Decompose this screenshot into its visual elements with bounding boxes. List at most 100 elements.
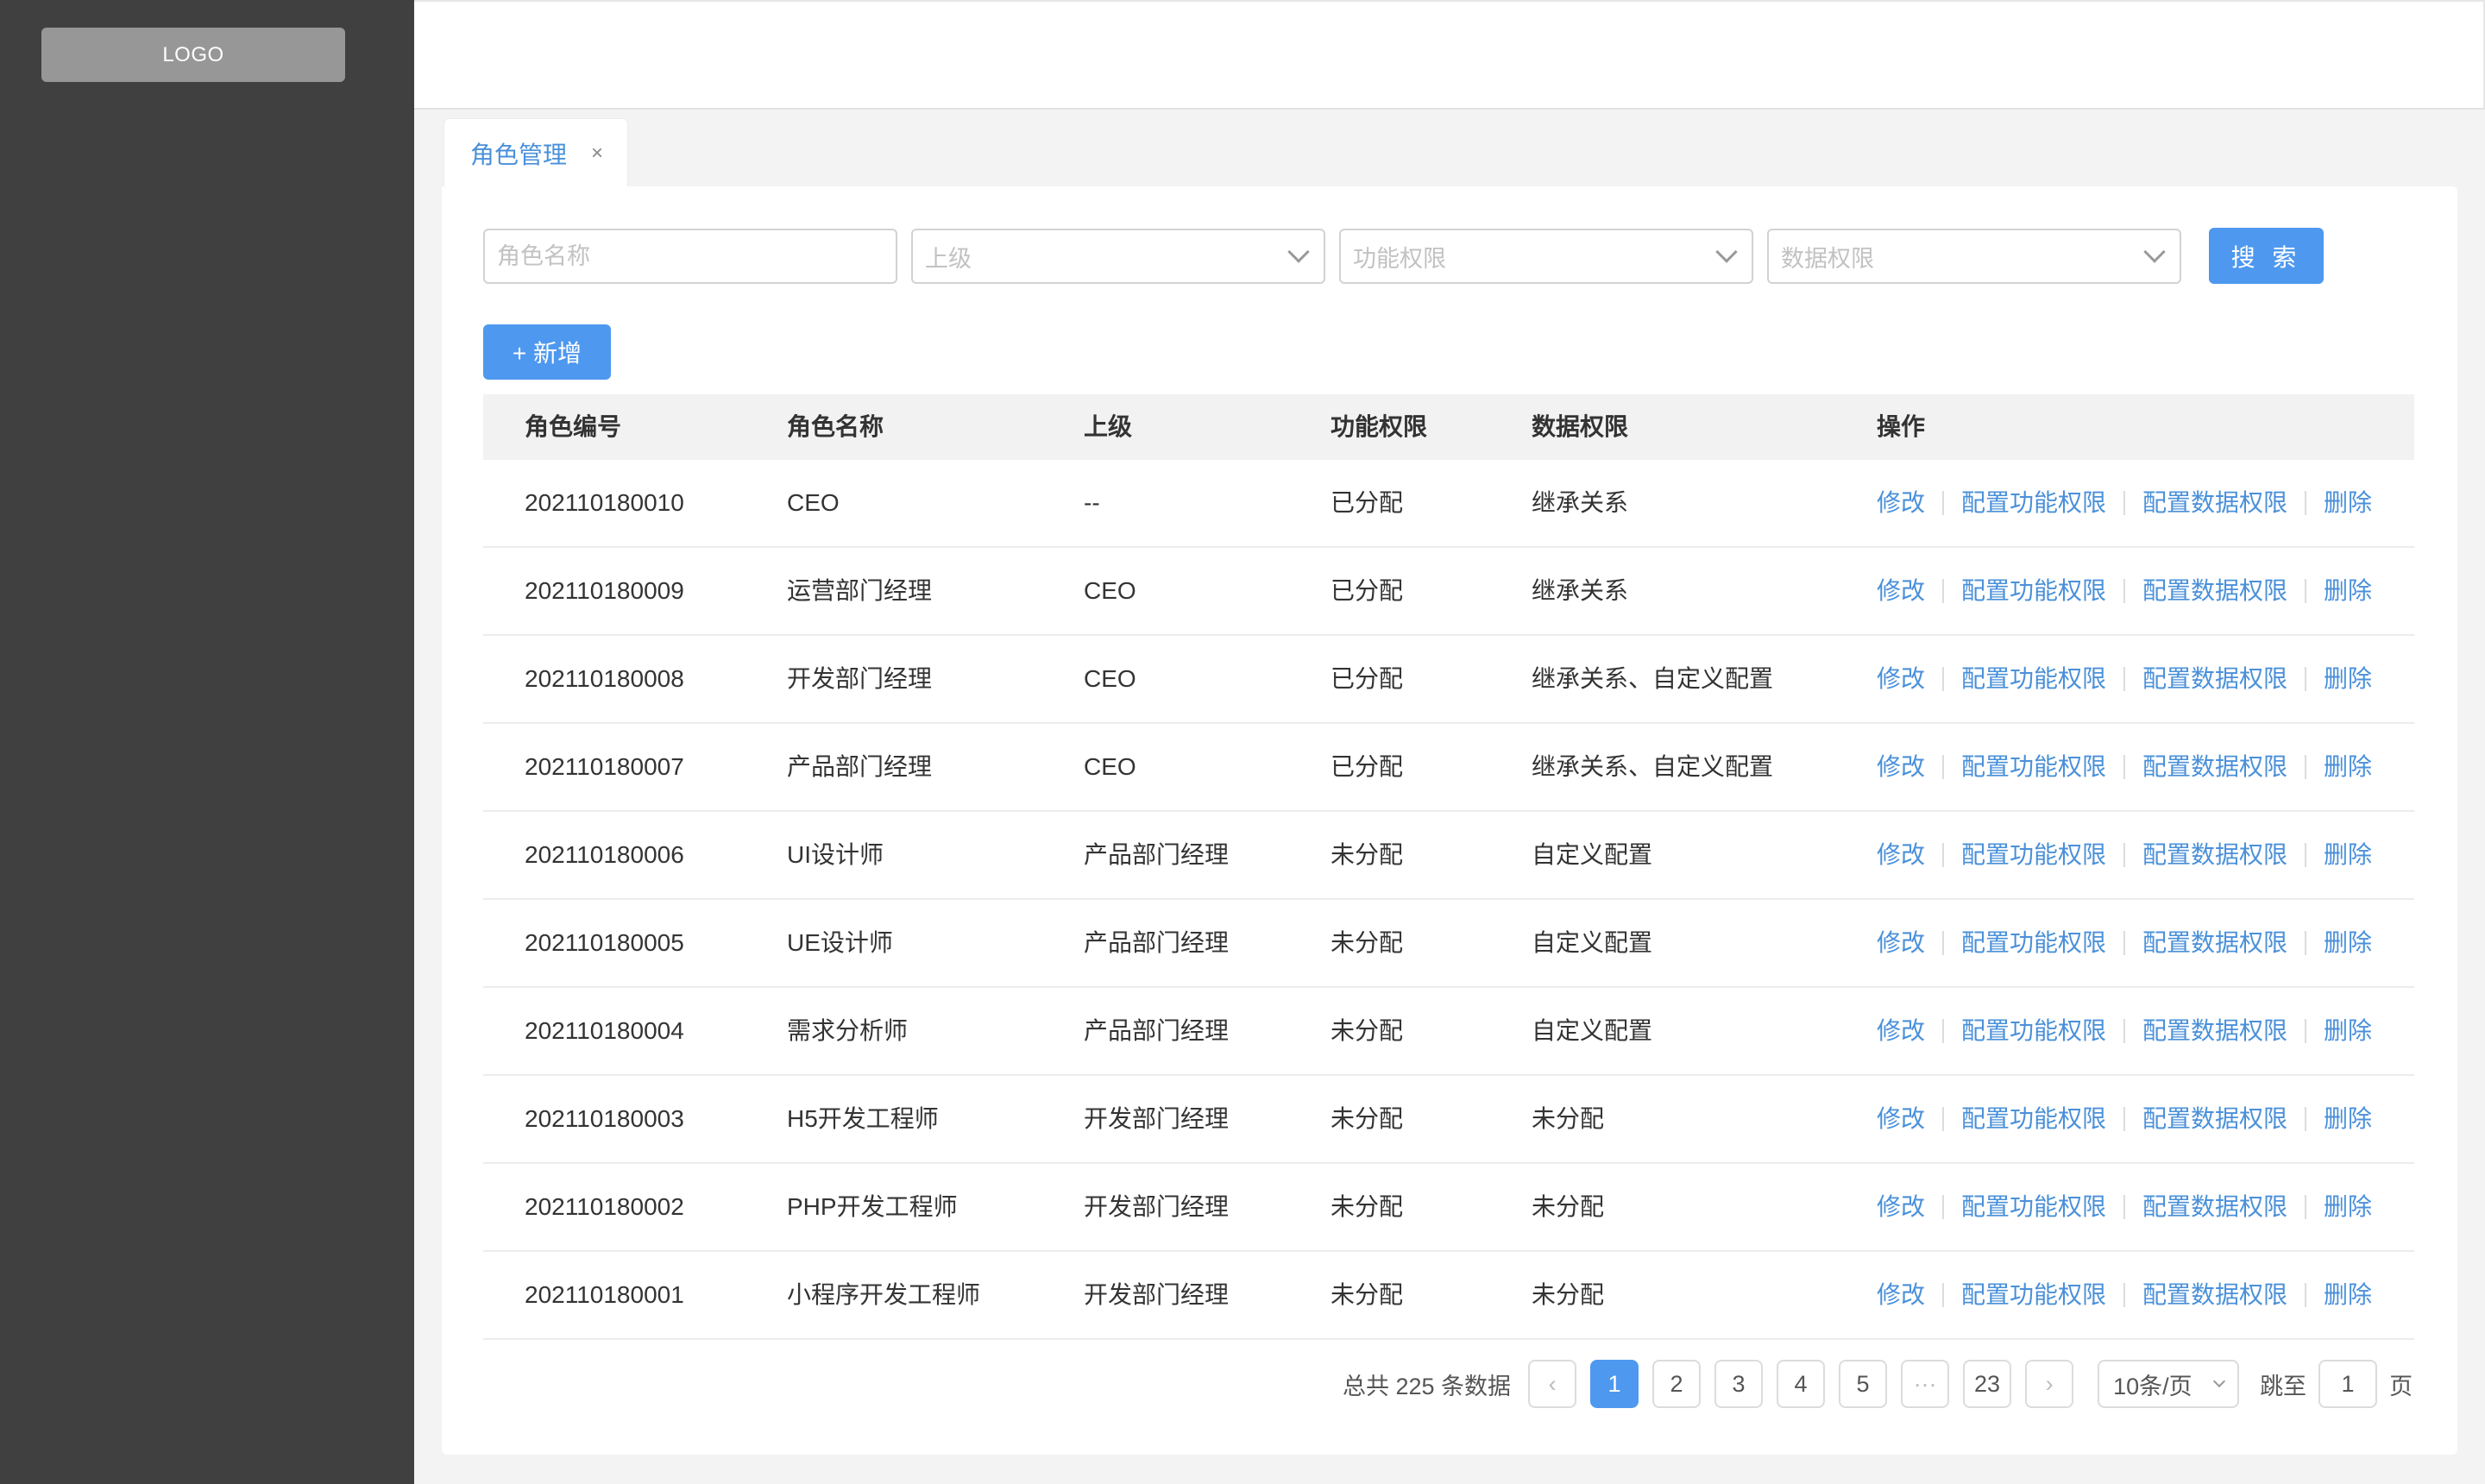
row-actions: 修改 配置功能权限 配置数据权限 删除 (1877, 1252, 2372, 1338)
config-data-permission-link[interactable]: 配置数据权限 (2142, 812, 2287, 898)
action-divider (2123, 843, 2126, 867)
role-name-field[interactable] (497, 242, 884, 270)
close-icon[interactable]: × (591, 141, 603, 166)
tab-role-management[interactable]: 角色管理 × (444, 118, 628, 187)
cell-role-name: 开发部门经理 (787, 665, 933, 692)
cell-function-permission: 未分配 (1331, 1017, 1404, 1044)
cell-data-permission: 未分配 (1532, 1281, 1605, 1308)
config-function-permission-link[interactable]: 配置功能权限 (1961, 1252, 2106, 1338)
table-header: 角色编号 角色名称 上级 功能权限 数据权限 操作 (483, 394, 2414, 460)
function-permission-select[interactable]: 功能权限 (1339, 229, 1753, 284)
jump-page-input[interactable]: 1 (2318, 1360, 2378, 1408)
page-size-select[interactable]: 10条/页 (2098, 1360, 2240, 1408)
edit-link[interactable]: 修改 (1877, 988, 1925, 1074)
cell-function-permission: 已分配 (1331, 753, 1404, 780)
action-divider (1942, 931, 1945, 955)
delete-link[interactable]: 删除 (2324, 900, 2372, 986)
action-divider (2123, 579, 2126, 603)
cell-superior: 产品部门经理 (1084, 929, 1230, 956)
chevron-down-icon (2212, 1374, 2226, 1388)
config-function-permission-link[interactable]: 配置功能权限 (1961, 1076, 2106, 1162)
config-data-permission-link[interactable]: 配置数据权限 (2142, 1252, 2287, 1338)
page-2[interactable]: 2 (1652, 1360, 1702, 1408)
edit-link[interactable]: 修改 (1877, 1164, 1925, 1250)
delete-link[interactable]: 删除 (2324, 636, 2372, 722)
cell-role-id: 202110180001 (525, 1281, 684, 1308)
edit-link[interactable]: 修改 (1877, 460, 1925, 546)
cell-superior: CEO (1084, 577, 1136, 604)
edit-link[interactable]: 修改 (1877, 636, 1925, 722)
config-function-permission-link[interactable]: 配置功能权限 (1961, 724, 2106, 810)
page-3[interactable]: 3 (1714, 1360, 1764, 1408)
config-function-permission-link[interactable]: 配置功能权限 (1961, 1164, 2106, 1250)
config-data-permission-link[interactable]: 配置数据权限 (2142, 988, 2287, 1074)
logo[interactable]: LOGO (41, 28, 345, 82)
next-page-button[interactable]: › (2025, 1360, 2074, 1408)
roles-table: 角色编号 角色名称 上级 功能权限 数据权限 操作 202110180010 CE… (483, 394, 2414, 1340)
delete-link[interactable]: 删除 (2324, 812, 2372, 898)
edit-link[interactable]: 修改 (1877, 724, 1925, 810)
cell-role-id: 202110180002 (525, 1193, 684, 1220)
cell-role-id: 202110180004 (525, 1017, 684, 1044)
page-23[interactable]: 23 (1963, 1360, 2012, 1408)
role-name-input[interactable] (483, 229, 897, 284)
config-function-permission-link[interactable]: 配置功能权限 (1961, 988, 2106, 1074)
row-actions: 修改 配置功能权限 配置数据权限 删除 (1877, 460, 2372, 546)
delete-link[interactable]: 删除 (2324, 724, 2372, 810)
page-size-value: 10条/页 (2113, 1373, 2192, 1399)
delete-link[interactable]: 删除 (2324, 460, 2372, 546)
jump-suffix: 页 (2389, 1373, 2413, 1399)
edit-link[interactable]: 修改 (1877, 1252, 1925, 1338)
row-actions: 修改 配置功能权限 配置数据权限 删除 (1877, 812, 2372, 898)
table-row: 202110180002 PHP开发工程师 开发部门经理 未分配 未分配 修改 配置功能权限… (483, 1164, 2414, 1252)
action-divider (2305, 843, 2307, 867)
chevron-down-icon (2143, 241, 2166, 263)
total-count: 总共 225 条数据 (1343, 1373, 1512, 1399)
config-data-permission-link[interactable]: 配置数据权限 (2142, 636, 2287, 722)
delete-link[interactable]: 删除 (2324, 1164, 2372, 1250)
delete-link[interactable]: 删除 (2324, 988, 2372, 1074)
cell-role-name: 小程序开发工程师 (787, 1281, 981, 1308)
config-data-permission-link[interactable]: 配置数据权限 (2142, 900, 2287, 986)
cell-data-permission: 继承关系 (1532, 489, 1629, 516)
config-data-permission-link[interactable]: 配置数据权限 (2142, 1164, 2287, 1250)
superior-select[interactable]: 上级 (911, 229, 1325, 284)
page-ellipsis[interactable]: ··· (1901, 1360, 1950, 1408)
edit-link[interactable]: 修改 (1877, 812, 1925, 898)
config-function-permission-link[interactable]: 配置功能权限 (1961, 900, 2106, 986)
config-function-permission-link[interactable]: 配置功能权限 (1961, 548, 2106, 634)
cell-function-permission: 未分配 (1331, 929, 1404, 956)
cell-role-name: UI设计师 (787, 841, 884, 868)
edit-link[interactable]: 修改 (1877, 548, 1925, 634)
page-4[interactable]: 4 (1777, 1360, 1826, 1408)
delete-link[interactable]: 删除 (2324, 1076, 2372, 1162)
delete-link[interactable]: 删除 (2324, 1252, 2372, 1338)
config-data-permission-link[interactable]: 配置数据权限 (2142, 548, 2287, 634)
action-divider (2305, 1019, 2307, 1043)
search-button[interactable]: 搜 索 (2209, 228, 2324, 284)
action-divider (1942, 1283, 1945, 1307)
action-divider (2123, 1019, 2126, 1043)
edit-link[interactable]: 修改 (1877, 1076, 1925, 1162)
page-5[interactable]: 5 (1839, 1360, 1888, 1408)
row-actions: 修改 配置功能权限 配置数据权限 删除 (1877, 900, 2372, 986)
config-data-permission-link[interactable]: 配置数据权限 (2142, 460, 2287, 546)
config-data-permission-link[interactable]: 配置数据权限 (2142, 724, 2287, 810)
cell-role-name: 需求分析师 (787, 1017, 909, 1044)
action-divider (1942, 1019, 1945, 1043)
action-divider (2123, 1107, 2126, 1131)
cell-data-permission: 自定义配置 (1532, 929, 1653, 956)
cell-role-name: 产品部门经理 (787, 753, 933, 780)
page-1[interactable]: 1 (1590, 1360, 1639, 1408)
data-permission-select[interactable]: 数据权限 (1767, 229, 2181, 284)
cell-function-permission: 已分配 (1331, 577, 1404, 604)
prev-page-button[interactable]: ‹ (1528, 1360, 1577, 1408)
config-function-permission-link[interactable]: 配置功能权限 (1961, 460, 2106, 546)
config-function-permission-link[interactable]: 配置功能权限 (1961, 812, 2106, 898)
add-button[interactable]: + 新增 (483, 324, 611, 380)
action-divider (2123, 1195, 2126, 1219)
edit-link[interactable]: 修改 (1877, 900, 1925, 986)
delete-link[interactable]: 删除 (2324, 548, 2372, 634)
config-function-permission-link[interactable]: 配置功能权限 (1961, 636, 2106, 722)
config-data-permission-link[interactable]: 配置数据权限 (2142, 1076, 2287, 1162)
